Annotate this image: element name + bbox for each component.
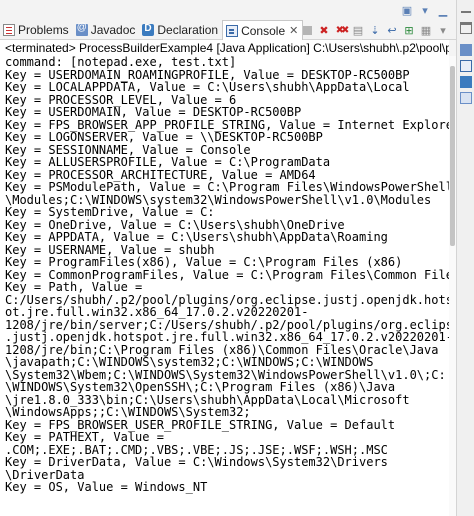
display-selected-console-icon[interactable]: ▦ [419, 23, 433, 37]
tab-declaration[interactable]: Declaration [139, 20, 222, 40]
close-icon[interactable]: ✕ [289, 24, 298, 37]
console-icon [226, 24, 239, 37]
outline-view-icon[interactable] [460, 44, 472, 56]
view-menu-icon[interactable]: ▾ [418, 3, 432, 17]
open-console-icon[interactable]: ▣ [400, 3, 414, 17]
declaration-icon [142, 23, 155, 36]
type-hierarchy-icon[interactable] [460, 76, 472, 88]
console-line: Key = APPDATA, Value = C:\Users\shubh\Ap… [5, 230, 388, 244]
console-line: Key = USERDOMAIN, Value = DESKTOP-RC500B… [5, 105, 302, 119]
terminate-icon[interactable] [300, 23, 314, 37]
console-line: Key = PATHEXT, Value = [5, 430, 164, 444]
console-line: Key = Path, Value = [5, 280, 143, 294]
tab-strip: Problems Javadoc Declaration Console ✕ [0, 20, 304, 40]
tab-javadoc[interactable]: Javadoc [73, 20, 140, 40]
task-view-icon[interactable] [460, 60, 472, 72]
clear-console-icon[interactable]: ▤ [351, 23, 365, 37]
console-line: Key = LOCALAPPDATA, Value = C:\Users\shu… [5, 80, 410, 94]
console-line: Key = PSModulePath, Value = C:\Program F… [5, 180, 449, 194]
chevron-down-icon[interactable]: ▾ [436, 23, 450, 37]
tab-label: Javadoc [90, 23, 136, 37]
console-line: \WindowsApps;;C:\WINDOWS\System32; [5, 405, 251, 419]
console-toolbar: ✖ ✖✖ ▤ ⇣ ↩ ⊞ ▦ ▾ [300, 20, 450, 40]
console-line: \WINDOWS\System32\OpenSSH\;C:\Program Fi… [5, 380, 396, 394]
console-line: Key = ProgramFiles(x86), Value = C:\Prog… [5, 255, 403, 269]
console-line: Key = DriverData, Value = C:\Windows\Sys… [5, 455, 388, 469]
console-line: command: [notepad.exe, test.txt] [5, 56, 237, 69]
navigator-view-icon[interactable] [460, 92, 472, 104]
console-output[interactable]: command: [notepad.exe, test.txt] Key = US… [0, 56, 449, 516]
maximize-icon[interactable] [460, 22, 472, 34]
scroll-corner [449, 40, 456, 56]
console-line: Key = OS, Value = Windows_NT [5, 480, 208, 494]
tab-problems[interactable]: Problems [0, 20, 73, 40]
problems-icon [3, 24, 15, 36]
console-line: Key = ALLUSERSPROFILE, Value = C:\Progra… [5, 155, 331, 169]
scroll-lock-icon[interactable]: ⇣ [368, 23, 382, 37]
pin-console-icon[interactable]: ⊞ [402, 23, 416, 37]
console-line: ot.jre.full.win32.x86_64_17.0.2.v2022020… [5, 305, 309, 319]
console-line: Key = LOGONSERVER, Value = \\DESKTOP-RC5… [5, 130, 323, 144]
javadoc-icon [75, 22, 88, 36]
console-line: \javapath;C:\WINDOWS\system32;C:\WINDOWS… [5, 355, 374, 369]
remove-all-icon[interactable]: ✖✖ [334, 23, 350, 37]
word-wrap-icon[interactable]: ↩ [385, 23, 399, 37]
tab-label: Console [241, 23, 286, 38]
minimize-icon[interactable] [460, 6, 472, 18]
vertical-scrollbar[interactable] [449, 56, 456, 516]
scrollbar-thumb[interactable] [450, 66, 455, 246]
minimize-icon[interactable]: ▁ [436, 3, 450, 17]
top-toolbar: ▣ ▾ ▁ [400, 3, 450, 17]
remove-launch-icon[interactable]: ✖ [317, 23, 331, 37]
tab-label: Problems [18, 23, 69, 37]
console-line: .justj.openjdk.hotspot.jre.full.win32.x8… [5, 330, 449, 344]
trim-sidebar [456, 0, 474, 516]
launch-status: <terminated> ProcessBuilderExample4 [Jav… [5, 41, 456, 55]
console-line: Key = SystemDrive, Value = C: [5, 205, 215, 219]
tab-console[interactable]: Console ✕ [222, 20, 304, 40]
view-tab-bar: ▣ ▾ ▁ Problems Javadoc Declaration Conso… [0, 0, 474, 40]
tab-label: Declaration [157, 23, 219, 37]
